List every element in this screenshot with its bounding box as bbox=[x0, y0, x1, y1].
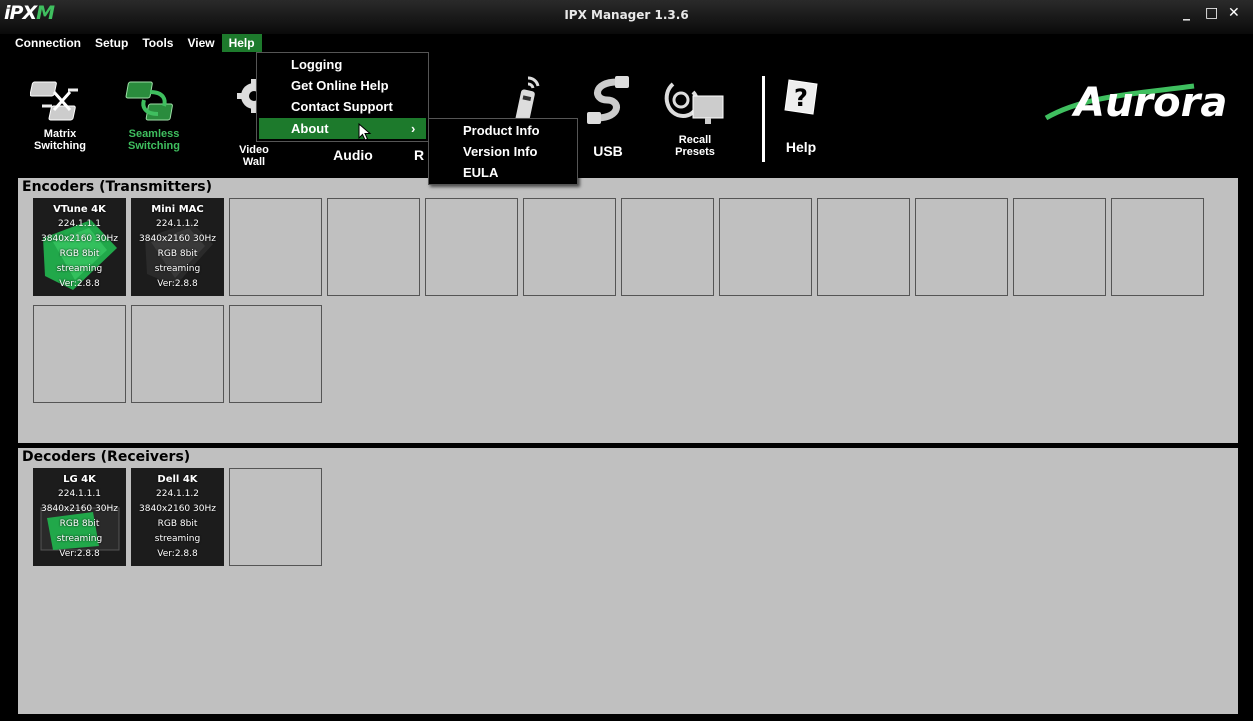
seamless-switching-label: Seamless Switching bbox=[128, 128, 180, 152]
empty-encoder-slot[interactable] bbox=[33, 305, 126, 403]
menu-bar: Connection Setup Tools View Help bbox=[8, 34, 262, 52]
aurora-logo: Aurora bbox=[1044, 80, 1227, 126]
audio-label: Audio bbox=[333, 147, 373, 163]
decoder-tile[interactable]: LG 4K 224.1.1.1 3840x2160 30Hz RGB 8bit … bbox=[33, 468, 126, 566]
contact-support-menu-item[interactable]: Contact Support bbox=[257, 96, 428, 117]
minimize-button[interactable]: _ bbox=[1183, 5, 1190, 21]
encoder-info: VTune 4K 224.1.1.1 3840x2160 30Hz RGB 8b… bbox=[41, 204, 118, 289]
decoders-title: Decoders (Receivers) bbox=[22, 449, 191, 465]
decoder-info: Dell 4K 224.1.1.2 3840x2160 30Hz RGB 8bi… bbox=[139, 474, 216, 559]
empty-encoder-slot[interactable] bbox=[131, 305, 224, 403]
product-info-menu-item[interactable]: Product Info bbox=[429, 120, 577, 141]
audio-button[interactable]: Audio bbox=[323, 148, 383, 163]
empty-encoder-slot[interactable] bbox=[523, 198, 616, 296]
help-button[interactable]: ? Help bbox=[776, 76, 826, 155]
seamless-switching-icon bbox=[125, 81, 173, 121]
toolbar: Matrix Switching Seamless Switching Video W… bbox=[8, 52, 1245, 176]
help-label: Help bbox=[785, 139, 817, 155]
empty-encoder-slot[interactable] bbox=[1111, 198, 1204, 296]
encoders-pane: Encoders (Transmitters) VTune 4K 224.1.1… bbox=[18, 178, 1238, 443]
seamless-switching-button[interactable]: Seamless Switching bbox=[116, 74, 192, 152]
video-wall-label: Video Wall bbox=[239, 144, 269, 168]
menu-view[interactable]: View bbox=[180, 34, 221, 52]
empty-decoder-slot[interactable] bbox=[229, 468, 322, 566]
logging-menu-item[interactable]: Logging bbox=[257, 54, 428, 75]
close-button[interactable]: ✕ bbox=[1228, 5, 1240, 21]
about-label: About bbox=[291, 121, 329, 136]
decoders-pane: Decoders (Receivers) LG 4K 224.1.1.1 384… bbox=[18, 448, 1238, 714]
matrix-switching-icon bbox=[30, 81, 78, 121]
svg-text:?: ? bbox=[794, 84, 808, 112]
matrix-switching-label: Matrix Switching bbox=[34, 128, 86, 152]
toolbar-separator bbox=[762, 76, 765, 162]
encoder-tile[interactable]: Mini MAC 224.1.1.2 3840x2160 30Hz RGB 8b… bbox=[131, 198, 224, 296]
menu-tools[interactable]: Tools bbox=[135, 34, 180, 52]
about-menu-item[interactable]: About › bbox=[259, 118, 426, 139]
help-menu-dropdown: Logging Get Online Help Contact Support … bbox=[256, 52, 429, 142]
empty-encoder-slot[interactable] bbox=[229, 305, 322, 403]
submenu-arrow-icon: › bbox=[411, 121, 416, 136]
menu-connection[interactable]: Connection bbox=[8, 34, 88, 52]
empty-encoder-slot[interactable] bbox=[719, 198, 812, 296]
mouse-cursor-icon bbox=[358, 123, 372, 141]
menu-help[interactable]: Help bbox=[221, 34, 262, 52]
empty-encoder-slot[interactable] bbox=[327, 198, 420, 296]
decoder-tile[interactable]: Dell 4K 224.1.1.2 3840x2160 30Hz RGB 8bi… bbox=[131, 468, 224, 566]
app-window: iPXM IPX Manager 1.3.6 _ □ ✕ Connection … bbox=[0, 0, 1253, 721]
empty-encoder-slot[interactable] bbox=[229, 198, 322, 296]
recall-presets-icon bbox=[664, 82, 724, 124]
empty-encoder-slot[interactable] bbox=[621, 198, 714, 296]
usb-button[interactable]: USB bbox=[578, 74, 638, 159]
empty-encoder-slot[interactable] bbox=[915, 198, 1008, 296]
usb-icon bbox=[587, 76, 629, 124]
svg-text:Aurora: Aurora bbox=[1071, 80, 1227, 126]
usb-label: USB bbox=[593, 143, 623, 159]
encoder-tile[interactable]: VTune 4K 224.1.1.1 3840x2160 30Hz RGB 8b… bbox=[33, 198, 126, 296]
recall-presets-button[interactable]: Recall Presets bbox=[660, 78, 730, 158]
help-icon: ? bbox=[784, 79, 818, 115]
version-info-menu-item[interactable]: Version Info bbox=[429, 141, 577, 162]
menu-setup[interactable]: Setup bbox=[88, 34, 135, 52]
encoders-title: Encoders (Transmitters) bbox=[22, 179, 213, 195]
empty-encoder-slot[interactable] bbox=[1013, 198, 1106, 296]
about-submenu: Product Info Version Info EULA bbox=[428, 118, 578, 185]
decoder-info: LG 4K 224.1.1.1 3840x2160 30Hz RGB 8bit … bbox=[41, 474, 118, 559]
title-bar: iPXM IPX Manager 1.3.6 _ □ ✕ bbox=[0, 0, 1253, 34]
window-title: IPX Manager 1.3.6 bbox=[564, 8, 689, 22]
empty-encoder-slot[interactable] bbox=[817, 198, 910, 296]
get-online-help-menu-item[interactable]: Get Online Help bbox=[257, 75, 428, 96]
recall-presets-label: Recall Presets bbox=[675, 134, 715, 158]
maximize-button[interactable]: □ bbox=[1205, 5, 1218, 21]
rs232-button[interactable]: R bbox=[412, 148, 426, 163]
encoder-info: Mini MAC 224.1.1.2 3840x2160 30Hz RGB 8b… bbox=[139, 204, 216, 289]
eula-menu-item[interactable]: EULA bbox=[429, 162, 577, 183]
empty-encoder-slot[interactable] bbox=[425, 198, 518, 296]
rs232-label: R bbox=[413, 147, 425, 163]
matrix-switching-button[interactable]: Matrix Switching bbox=[24, 76, 96, 152]
